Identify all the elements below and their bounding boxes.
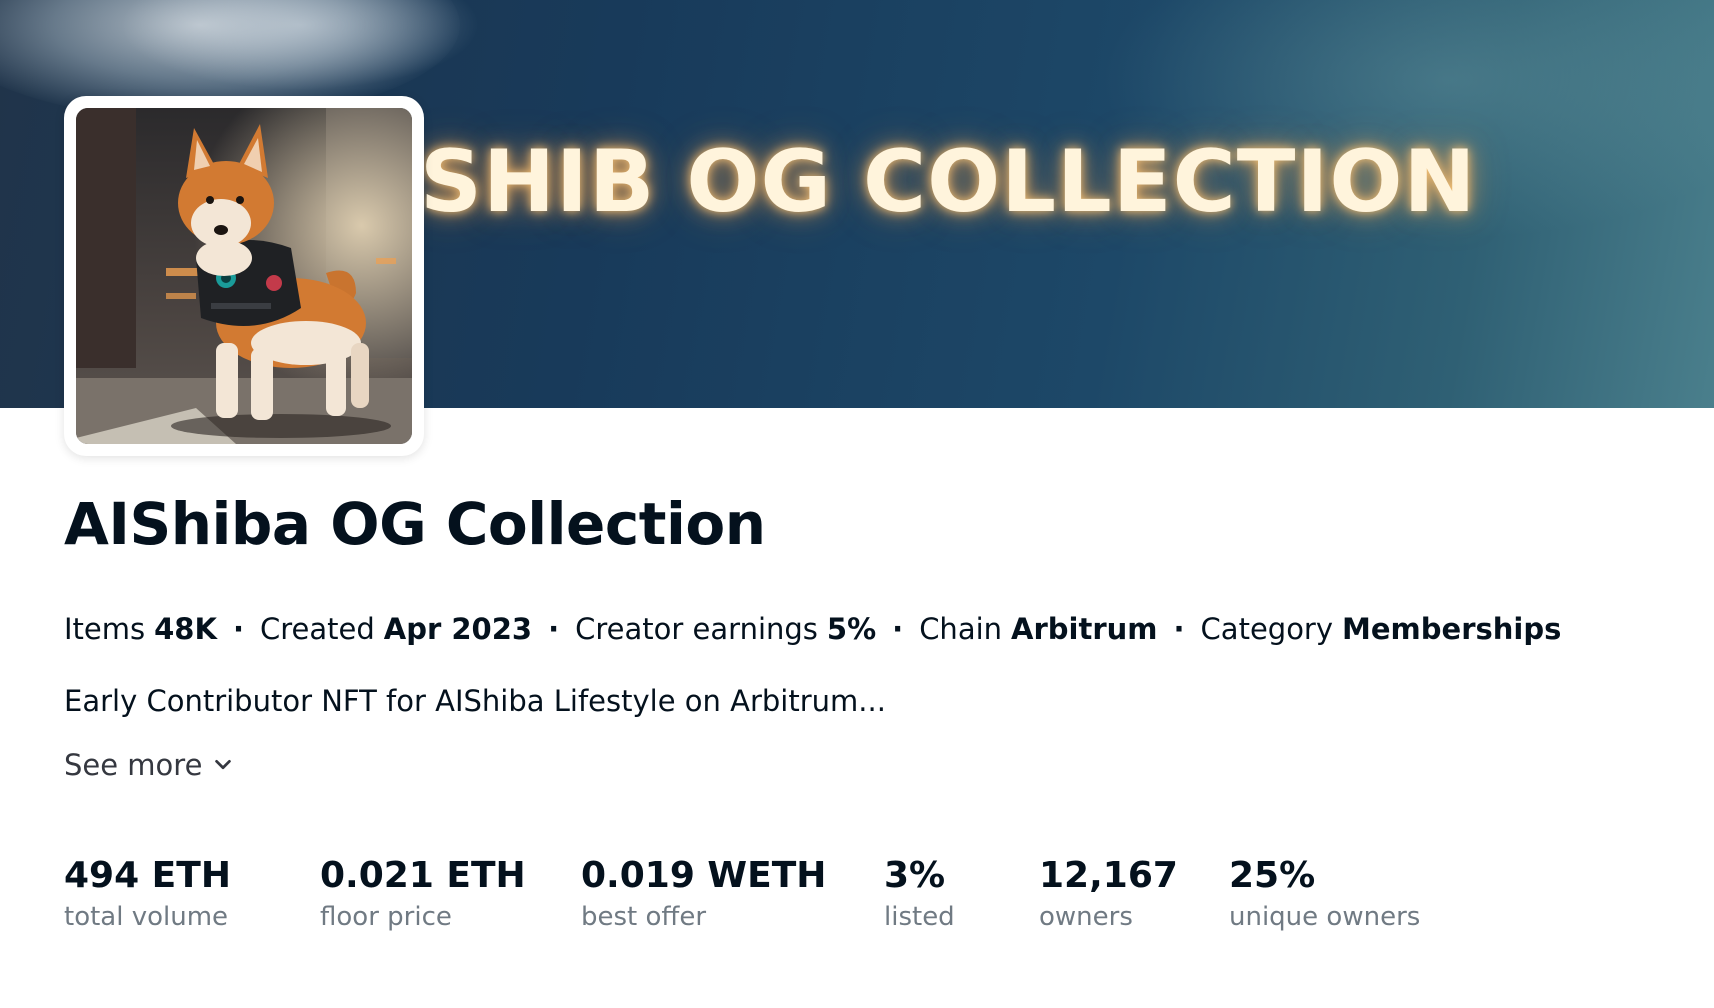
meta-category: Category Memberships <box>1201 612 1562 646</box>
collection-avatar[interactable] <box>64 96 424 456</box>
stat-label: floor price <box>320 901 452 932</box>
stat-label: listed <box>884 901 955 932</box>
collection-meta: Items 48K · Created Apr 2023 · Creator e… <box>64 612 1561 646</box>
meta-category-label: Category <box>1200 612 1334 646</box>
stat-owners[interactable]: 12,167 owners <box>1039 856 1229 932</box>
banner-text: SHIB OG COLLECTION <box>420 132 1477 232</box>
stat-unique-owners[interactable]: 25% unique owners <box>1229 856 1420 932</box>
meta-separator: · <box>892 612 904 646</box>
meta-chain-value: Arbitrum <box>1011 612 1158 646</box>
stat-listed[interactable]: 3% listed <box>884 856 1039 932</box>
stat-label: best offer <box>581 901 707 932</box>
stat-value: 3% <box>884 855 946 896</box>
meta-created: Created Apr 2023 <box>260 612 532 646</box>
stat-floor-price[interactable]: 0.021 ETH floor price <box>320 856 581 932</box>
stat-value: 494 ETH <box>64 855 231 896</box>
collection-title: AIShiba OG Collection <box>64 490 766 558</box>
stat-value: 0.019 WETH <box>581 855 827 896</box>
meta-separator: · <box>548 612 560 646</box>
stat-label: total volume <box>64 901 229 932</box>
chevron-down-icon <box>215 759 232 770</box>
shiba-dog-image <box>76 108 412 444</box>
stat-value: 25% <box>1229 855 1316 896</box>
meta-items-value: 48K <box>154 612 217 646</box>
stat-value: 0.021 ETH <box>320 855 526 896</box>
meta-earnings-label: Creator earnings <box>575 612 818 646</box>
meta-category-value: Memberships <box>1342 612 1562 646</box>
see-more-button[interactable]: See more <box>64 748 234 782</box>
stat-value: 12,167 <box>1039 855 1178 896</box>
meta-items-label: Items <box>64 612 146 646</box>
collection-description: Early Contributor NFT for AIShiba Lifest… <box>64 684 886 718</box>
meta-earnings-value: 5% <box>826 612 877 646</box>
meta-created-value: Apr 2023 <box>383 612 533 646</box>
meta-created-label: Created <box>260 612 375 646</box>
stat-best-offer[interactable]: 0.019 WETH best offer <box>581 856 884 932</box>
meta-separator: · <box>232 612 244 646</box>
avatar-image <box>76 108 412 444</box>
meta-separator: · <box>1173 612 1185 646</box>
stat-total-volume[interactable]: 494 ETH total volume <box>64 856 320 932</box>
meta-earnings: Creator earnings 5% <box>575 612 876 646</box>
stat-label: unique owners <box>1229 901 1421 932</box>
meta-chain-label: Chain <box>919 612 1003 646</box>
meta-items: Items 48K <box>64 612 217 646</box>
see-more-label: See more <box>64 748 203 782</box>
collection-stats: 494 ETH total volume 0.021 ETH floor pri… <box>64 856 1420 932</box>
meta-chain: Chain Arbitrum <box>919 612 1157 646</box>
stat-label: owners <box>1039 901 1133 932</box>
